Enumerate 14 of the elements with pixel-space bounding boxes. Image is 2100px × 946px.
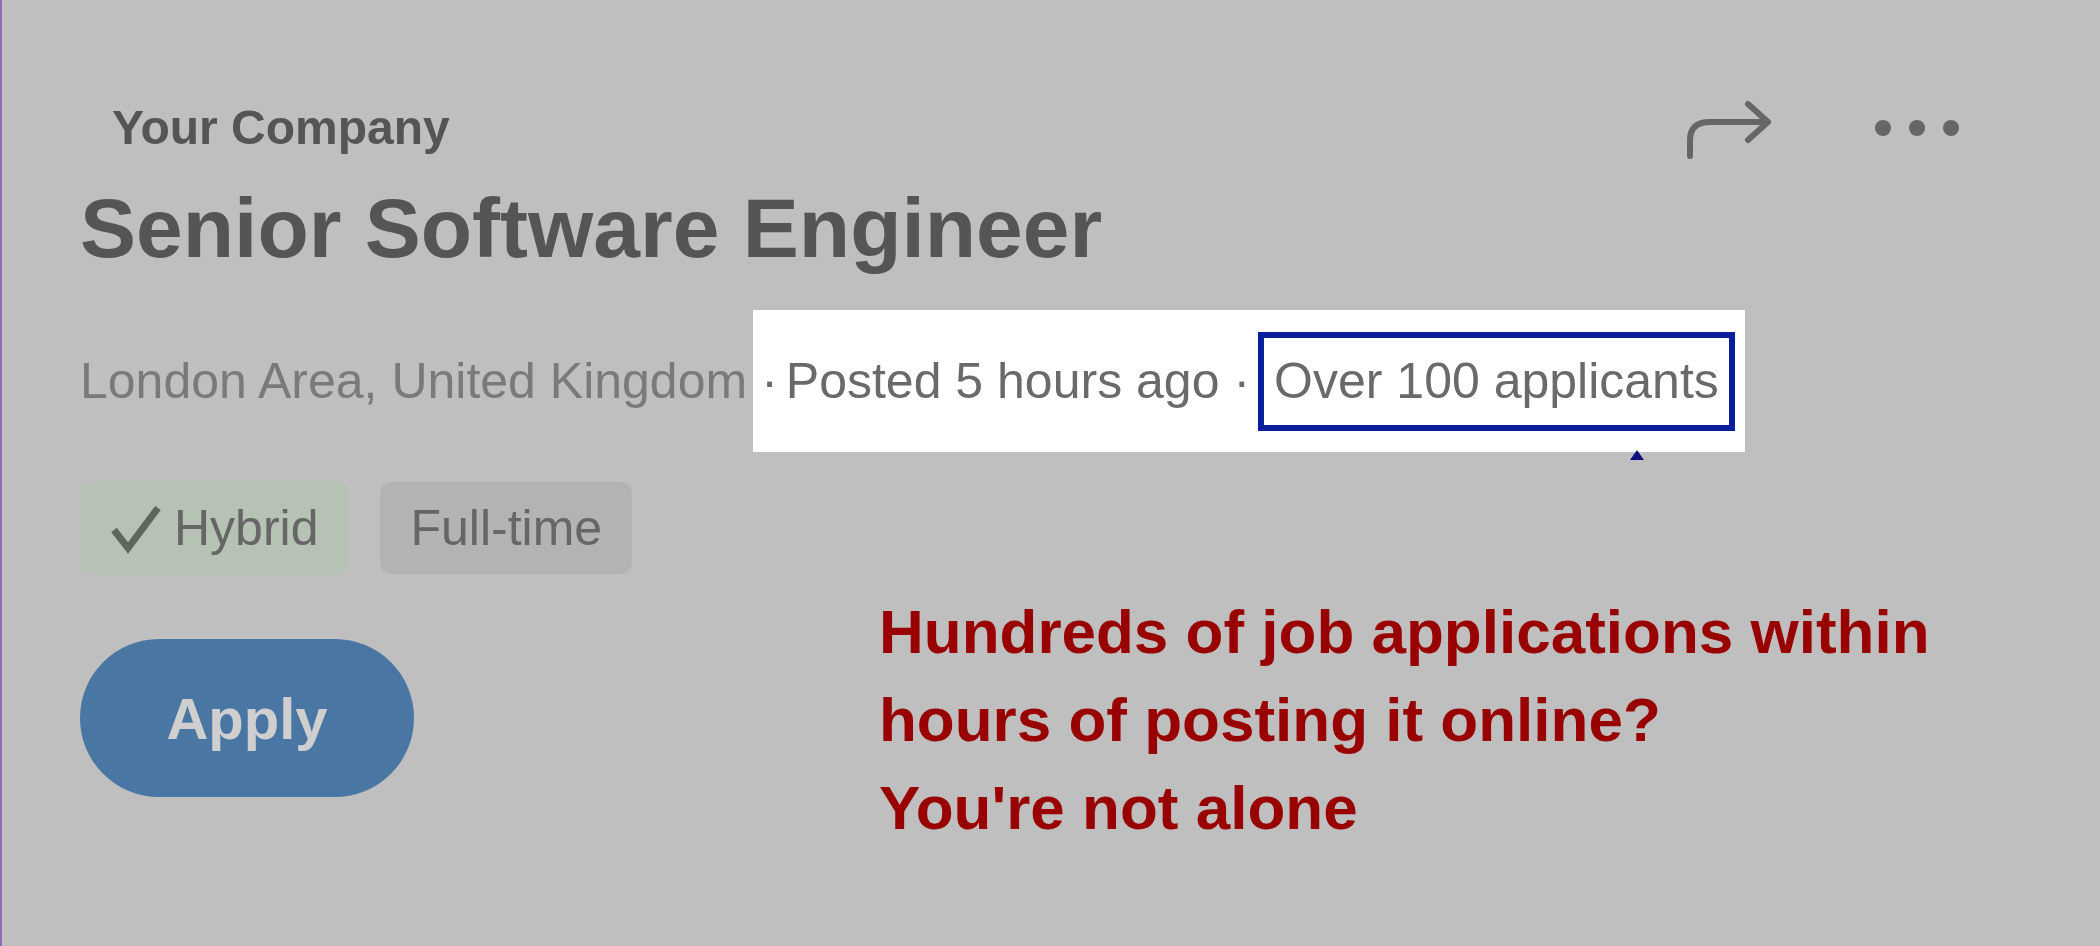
separator-dot: · [1232,351,1252,411]
pointer-icon [1630,450,1644,460]
more-icon[interactable] [1874,119,1960,137]
annotation-text: You're not alone [879,772,1359,844]
annotation-text: hours of posting it online? [879,684,1662,756]
apply-button[interactable]: Apply [80,639,414,797]
meta-text: Posted 5 hours ago [785,351,1221,411]
company-name: Your Company [112,100,450,156]
tag-label: Hybrid [174,498,319,558]
tag-label: Full-time [410,498,603,558]
separator-dot: · [760,351,779,411]
meta-text: Over 100 applicants [1258,331,1735,431]
meta-text: London Area, United Kingdom [80,351,749,411]
annotation-text: Hundreds of job applications within [879,596,1930,668]
